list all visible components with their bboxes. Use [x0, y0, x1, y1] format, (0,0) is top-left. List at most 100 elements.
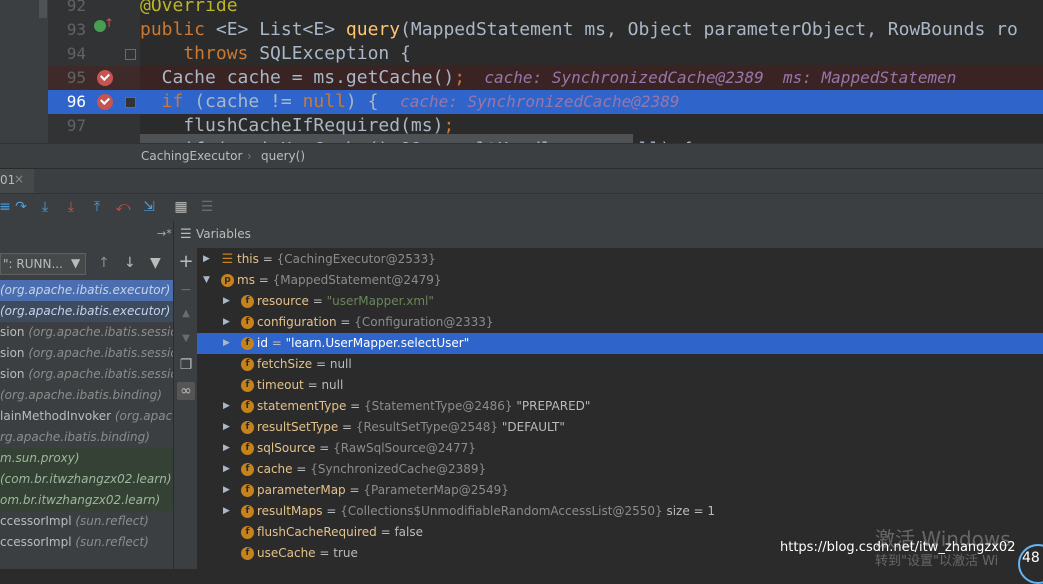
frame-item[interactable]: sion (org.apache.ibatis.sessio	[0, 322, 173, 343]
variable-row[interactable]: ▶ f resource = "userMapper.xml"	[197, 291, 1043, 312]
gutter-cell[interactable]	[48, 0, 140, 18]
expanded-arrow-icon[interactable]: ▼	[203, 270, 213, 291]
frame-item[interactable]: m.sun.proxy)	[0, 448, 173, 469]
variable-row[interactable]: ▶ f resultSetType = {ResultSetType@2548} "…	[197, 417, 1043, 438]
expand-arrow-icon[interactable]: ▶	[223, 438, 233, 459]
frame-item[interactable]: rg.apache.ibatis.binding)	[0, 427, 173, 448]
frame-item[interactable]: sion (org.apache.ibatis.sessio	[0, 343, 173, 364]
line-number: 96	[66, 92, 86, 111]
fold-icon[interactable]	[125, 97, 136, 108]
add-watch-icon[interactable]: +	[177, 253, 195, 271]
show-watches-icon[interactable]: ∞	[177, 382, 195, 400]
expand-arrow-icon[interactable]: ▶	[223, 459, 233, 480]
field-icon: f	[241, 463, 254, 476]
gutter-cell[interactable]	[48, 66, 140, 90]
variable-value: "PREPARED"	[516, 399, 591, 413]
code-line[interactable]: @Override	[140, 0, 1043, 18]
frame-item[interactable]: ccessorImpl (sun.reflect)	[0, 511, 173, 532]
frame-item[interactable]: (com.br.itwzhangzx02.learn)	[0, 469, 173, 490]
variables-tree[interactable]: ▶ ☰ this = {CachingExecutor@2533} ▼ p ms = {M…	[197, 248, 1043, 569]
expand-arrow-icon[interactable]: ▶	[203, 249, 213, 270]
frame-package: rg.apache.ibatis.binding)	[0, 430, 150, 444]
frame-item[interactable]: (org.apache.ibatis.executor)	[0, 280, 173, 301]
code-line[interactable]: flushCacheIfRequired(ms);	[140, 114, 1043, 138]
variable-row[interactable]: ▼ p ms = {MappedStatement@2479}	[197, 270, 1043, 291]
expand-arrow-icon[interactable]: ▶	[223, 480, 233, 501]
breadcrumb-method[interactable]: query()	[261, 149, 305, 163]
expand-arrow-icon[interactable]: ▶	[223, 291, 233, 312]
variable-row[interactable]: ▶ f configuration = {Configuration@2333}	[197, 312, 1043, 333]
expand-arrow-icon[interactable]: ▶	[223, 333, 233, 354]
variable-equals: =	[267, 336, 286, 350]
fold-icon[interactable]	[125, 49, 136, 60]
evaluate-expression-icon[interactable]: ▦	[172, 198, 190, 216]
code-editor[interactable]: 92 @Override 93 public <E> List<E> query(Ma…	[0, 0, 1043, 143]
debug-session-tab-label: 01	[0, 173, 16, 187]
drop-frame-icon[interactable]: ⤺	[114, 198, 132, 216]
variable-row[interactable]: ▶ f parameterMap = {ParameterMap@2549}	[197, 480, 1043, 501]
trace-stream-icon[interactable]: ☰	[198, 198, 216, 216]
frame-item[interactable]: sion (org.apache.ibatis.sessio	[0, 364, 173, 385]
frame-package: (com.br.itwzhangzx02.learn)	[0, 472, 172, 486]
restore-layout-icon[interactable]: →*	[157, 227, 172, 240]
expand-arrow-icon[interactable]: ▶	[223, 501, 233, 522]
filter-icon[interactable]: ▼	[150, 255, 161, 271]
step-over-icon[interactable]: ↷	[12, 198, 30, 216]
frame-item[interactable]: ccessorImpl (sun.reflect)	[0, 532, 173, 553]
expand-arrow-icon[interactable]: ▶	[223, 396, 233, 417]
variable-row[interactable]: ▶ f sqlSource = {RawSqlSource@2477}	[197, 438, 1043, 459]
code-line[interactable]: Cache cache = ms.getCache(); cache: Sync…	[140, 66, 1043, 90]
frame-item[interactable]: (org.apache.ibatis.binding)	[0, 385, 173, 406]
force-step-into-icon[interactable]: ⤓	[62, 198, 80, 216]
variable-row[interactable]: ▶ f resultMaps = {Collections$Unmodifiable…	[197, 501, 1043, 522]
variable-equals: =	[315, 441, 334, 455]
frame-method: sion	[0, 325, 29, 339]
code-line[interactable]: if (cache != null) { cache: Synchronized…	[140, 90, 1043, 114]
expand-arrow-icon[interactable]: ▶	[223, 417, 233, 438]
frame-item[interactable]: (org.apache.ibatis.executor)	[0, 301, 173, 322]
field-icon: f	[241, 400, 254, 413]
code-token: ) {	[345, 91, 401, 112]
variables-menu-icon: ☰	[180, 227, 192, 242]
variable-row[interactable]: ▶ f cache = {SynchronizedCache@2389}	[197, 459, 1043, 480]
variable-row[interactable]: ▶ ☰ this = {CachingExecutor@2533}	[197, 249, 1043, 270]
breakpoint-icon[interactable]	[97, 94, 113, 110]
variable-value: null	[329, 357, 352, 371]
gutter-cell[interactable]	[48, 18, 140, 42]
thread-select[interactable]: ": RUNN... ▼	[0, 253, 86, 275]
breadcrumb-class[interactable]: CachingExecutor	[141, 149, 242, 163]
project-scrollbar[interactable]	[39, 0, 47, 18]
code-token: if	[140, 91, 195, 112]
variable-name: statementType	[257, 399, 347, 413]
arrow-down-icon[interactable]: ↓	[124, 255, 136, 271]
frame-item[interactable]: lainMethodInvoker (org.apac	[0, 406, 173, 427]
variable-row[interactable]: ▶ f statementType = {StatementType@2486} "…	[197, 396, 1043, 417]
close-icon[interactable]: ×	[14, 172, 24, 186]
frame-package: (org.apache.ibatis.sessio	[28, 367, 173, 381]
variable-row[interactable]: ▶ f id = "learn.UserMapper.selectUser"	[197, 333, 1043, 354]
code-line[interactable]: throws SQLException {	[140, 42, 1043, 66]
frame-package: (org.apache.ibatis.sessio	[28, 346, 173, 360]
code-token: public	[140, 19, 216, 40]
variable-row[interactable]: f fetchSize = null	[197, 354, 1043, 375]
debug-session-tab[interactable]: 01 ×	[0, 169, 34, 196]
variable-value: false	[394, 525, 423, 539]
expand-arrow-icon[interactable]: ▶	[223, 312, 233, 333]
gutter-cell[interactable]	[48, 114, 140, 138]
breakpoint-icon[interactable]	[97, 70, 113, 86]
frame-item[interactable]: om.br.itwzhangzx02.learn)	[0, 490, 173, 511]
step-into-icon[interactable]: ⤓	[36, 198, 54, 216]
variable-ref: {Configuration@2333}	[354, 315, 494, 329]
run-to-cursor-icon[interactable]: ⇲	[140, 198, 158, 216]
field-icon: f	[241, 295, 254, 308]
arrow-up-icon[interactable]: ↑	[98, 255, 110, 271]
remove-watch-icon[interactable]: −	[177, 281, 195, 299]
copy-icon[interactable]: ❐	[177, 356, 195, 374]
frames-list[interactable]: (org.apache.ibatis.executor) (org.apache.…	[0, 280, 173, 569]
step-out-icon[interactable]: ⤒	[88, 198, 106, 216]
move-up-icon[interactable]: ▲	[177, 305, 195, 323]
code-line[interactable]: public <E> List<E> query(MappedStatement…	[140, 18, 1043, 42]
thread-select-value: ": RUNN...	[3, 257, 63, 271]
variable-row[interactable]: f timeout = null	[197, 375, 1043, 396]
move-down-icon[interactable]: ▼	[177, 330, 195, 348]
